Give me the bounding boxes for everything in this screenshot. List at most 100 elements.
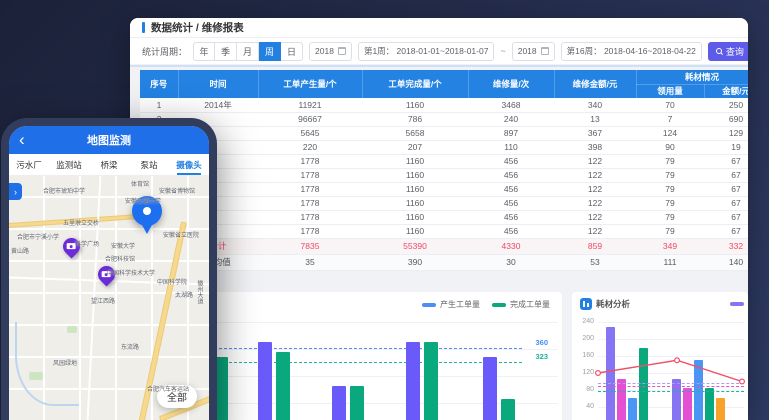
period-option-年[interactable]: 年 [193, 42, 215, 61]
map-label: 风园绿地 [53, 358, 77, 367]
table-cell: 67 [704, 168, 748, 182]
period-option-季[interactable]: 季 [215, 42, 237, 61]
legend-marker [492, 303, 506, 307]
table-cell: 140 [704, 254, 748, 270]
table-cell: 111 [636, 254, 704, 270]
table-cell: 367 [554, 126, 636, 140]
year-select-end[interactable]: 2018 [512, 42, 555, 61]
tab-监测站[interactable]: 监测站 [49, 154, 89, 175]
tab-污水厂[interactable]: 污水厂 [9, 154, 49, 175]
table-cell: 456 [468, 196, 554, 210]
sub-column-header: 金额/元 [704, 84, 748, 98]
y-axis-tick: 200 [572, 335, 594, 342]
map-label: 五里墩立交桥 [63, 218, 99, 227]
bar-group2-5 [716, 398, 725, 420]
map-label: 安徽省博物馆 [159, 186, 195, 195]
reference-line [598, 386, 744, 387]
period-option-月[interactable]: 月 [237, 42, 259, 61]
bar-完成工单量-3 [350, 386, 364, 420]
table-cell: 11921 [258, 98, 362, 112]
table-cell: 19 [704, 140, 748, 154]
table-row-avg: 平均值353903053111140 [140, 254, 748, 270]
table-cell: 53 [554, 254, 636, 270]
table-cell: 1160 [362, 182, 468, 196]
week-end-value: 第16周： 2018-04-16~2018-04-22 [567, 45, 696, 57]
column-header: 维修量/次 [468, 70, 554, 98]
map-expander-button[interactable]: › [9, 183, 22, 200]
table-row: 7177811604561227967 [140, 182, 748, 196]
map-label: 安徽大学 [111, 241, 135, 250]
table-cell: 398 [554, 140, 636, 154]
map-label: 合肥市琥珀中学 [43, 186, 85, 195]
table-cell: 2014年 [178, 98, 258, 112]
phone-frame: ‹ 地图监测 污水厂监测站桥梁泵站摄像头 › 全部 合肥市琥珀中学体育馆安徽省博 [1, 118, 217, 420]
table-cell: 349 [636, 238, 704, 254]
table-cell: 897 [468, 126, 554, 140]
table-row: 6177811604561227967 [140, 168, 748, 182]
bar-chart-icon [580, 298, 592, 310]
search-icon [716, 48, 722, 54]
week-range-end[interactable]: 第16周： 2018-04-16~2018-04-22 [561, 42, 702, 61]
table-cell: 1778 [258, 210, 362, 224]
breadcrumb: 数据统计 / 维修报表 [151, 20, 244, 35]
query-button[interactable]: 查询 [708, 42, 748, 61]
report-table: 序号时间工单产生量/个工单完成量/个维修量/次维修金额/元耗材情况领用量金额/元… [140, 70, 748, 271]
map-label: 中国科学技术大学 [107, 268, 155, 277]
table-cell: 55390 [362, 238, 468, 254]
table-row: 12014年119211160346834070250 [140, 98, 748, 112]
table-cell: 110 [468, 140, 554, 154]
table-cell: 332 [704, 238, 748, 254]
tab-桥梁[interactable]: 桥梁 [89, 154, 129, 175]
back-icon[interactable]: ‹ [19, 127, 25, 153]
reference-line [598, 383, 744, 384]
table-cell: 456 [468, 182, 554, 196]
table-cell: 79 [636, 182, 704, 196]
y-axis-tick: 160 [572, 352, 594, 359]
table-cell: 7835 [258, 238, 362, 254]
legend-label: 完成工单量 [510, 299, 550, 310]
table-cell: 240 [468, 112, 554, 126]
table-cell: 1778 [258, 168, 362, 182]
year-select-start[interactable]: 2018 [309, 42, 352, 61]
table-cell: 1160 [362, 168, 468, 182]
filter-bar: 统计周期： 年季月周日 2018 第1周： 2018-01-01~2018-01… [130, 38, 748, 64]
y-axis-tick: 120 [572, 369, 594, 376]
legend-item[interactable]: 产生工单量 [422, 299, 480, 310]
table-cell: 7 [636, 112, 704, 126]
bar-产生工单量-2 [258, 342, 272, 420]
table-cell: 786 [362, 112, 468, 126]
table-row: 356455658897367124129 [140, 126, 748, 140]
y-axis-tick: 80 [572, 386, 594, 393]
period-option-日[interactable]: 日 [281, 42, 303, 61]
table-cell: 1 [140, 98, 178, 112]
table-cell: 13 [554, 112, 636, 126]
grid-line [598, 339, 744, 340]
bar-group1-1 [606, 327, 615, 420]
legend-label: 产生工单量 [440, 299, 480, 310]
table-row: 296667786240137690 [140, 112, 748, 126]
table-cell: 456 [468, 224, 554, 238]
week-range-start[interactable]: 第1周： 2018-01-01~2018-01-07 [358, 42, 495, 61]
tab-摄像头[interactable]: 摄像头 [169, 154, 209, 175]
period-option-周[interactable]: 周 [259, 42, 281, 61]
park [29, 372, 43, 380]
table-cell: 67 [704, 210, 748, 224]
table-cell: 1160 [362, 196, 468, 210]
table-cell: 340 [554, 98, 636, 112]
legend-item[interactable]: 完成工单量 [492, 299, 550, 310]
table-cell: 79 [636, 168, 704, 182]
table-row: 9177811604561227967 [140, 210, 748, 224]
legend-marker [422, 303, 436, 307]
page-title: 地图监测 [87, 132, 131, 148]
table-cell: 122 [554, 210, 636, 224]
query-label: 查询 [726, 45, 744, 58]
table-cell: 70 [636, 98, 704, 112]
breadcrumb-bar: 数据统计 / 维修报表 [130, 18, 748, 38]
table-cell: 1778 [258, 196, 362, 210]
tab-泵站[interactable]: 泵站 [129, 154, 169, 175]
breadcrumb-accent [142, 22, 145, 33]
map-canvas[interactable]: › 全部 合肥市琥珀中学体育馆安徽省博物馆安徽交通大学五里墩立交桥安徽省立医院合… [9, 176, 209, 420]
table-cell: 1160 [362, 154, 468, 168]
table-cell: 90 [636, 140, 704, 154]
grid-line [598, 322, 744, 323]
